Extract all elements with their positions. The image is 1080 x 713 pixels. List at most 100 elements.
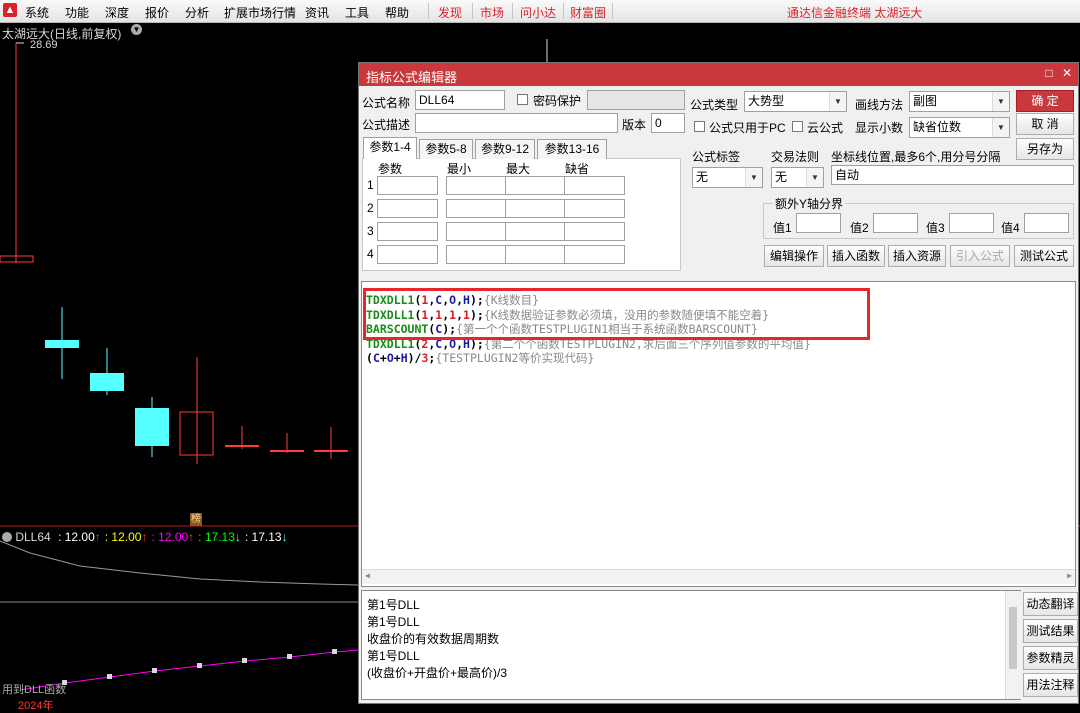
arrow-up-icon: ↑ <box>94 530 101 544</box>
tab-params-1-4[interactable]: 参数1-4 <box>363 137 417 159</box>
kline-chart[interactable]: 太湖远大(日线,前复权) ▼ 28.69 榜 DLL64 : 12.00↑: 1… <box>0 23 1080 712</box>
output-line: (收盘价+开盘价+最高价)/3 <box>367 666 508 680</box>
param-cell-input[interactable] <box>446 222 507 241</box>
formula-type-select[interactable]: 大势型 ▼ <box>744 91 847 112</box>
coord-line-input[interactable]: 自动 <box>831 165 1074 185</box>
code-token: ( <box>366 351 373 365</box>
indicator-settings-icon[interactable] <box>2 532 12 542</box>
menu-item-analysis[interactable]: 分析 <box>185 4 209 21</box>
param-cell-input[interactable] <box>505 199 566 218</box>
tab-params-13-16[interactable]: 参数13-16 <box>537 139 607 159</box>
indicator-marker <box>332 649 337 654</box>
param-cell-input[interactable] <box>377 222 438 241</box>
import-formula-button[interactable]: 引入公式 <box>950 245 1010 267</box>
maximize-icon[interactable]: □ <box>1042 66 1056 80</box>
ok-button[interactable]: 确 定 <box>1016 90 1074 112</box>
formula-tag-select[interactable]: 无 ▼ <box>692 167 763 188</box>
formula-name-input[interactable]: DLL64 <box>415 90 505 110</box>
decimal-label: 显示小数 <box>855 121 904 135</box>
param-cell-input[interactable] <box>377 176 438 195</box>
insert-function-button[interactable]: 插入函数 <box>827 245 885 267</box>
scroll-left-icon[interactable]: ◀ <box>365 571 370 580</box>
password-input[interactable] <box>587 90 685 110</box>
pc-only-checkbox[interactable] <box>694 121 705 132</box>
close-icon[interactable]: ✕ <box>1060 66 1074 80</box>
stock-title[interactable]: 太湖远大(日线,前复权) <box>2 25 121 42</box>
yaxis-value3-label: 值3 <box>926 221 945 235</box>
param-cell-input[interactable] <box>505 222 566 241</box>
param-cell-input[interactable] <box>446 176 507 195</box>
yaxis-value2-input[interactable] <box>873 213 918 233</box>
vertical-scrollbar[interactable] <box>1005 591 1021 699</box>
tab-params-9-12[interactable]: 参数9-12 <box>475 139 535 159</box>
yaxis-group-label: 额外Y轴分界 <box>773 195 846 212</box>
translation-output[interactable]: 第1号DLL 第1号DLL 收盘价的有效数据周期数 第1号DLL (收盘价+开盘价+最高… <box>361 590 1021 700</box>
indicator-marker <box>197 663 202 668</box>
formula-desc-input[interactable] <box>415 113 618 133</box>
chevron-down-icon: ▼ <box>992 92 1009 111</box>
ranking-badge[interactable]: 榜 <box>190 513 202 526</box>
dialog-titlebar[interactable]: 指标公式编辑器 □ ✕ <box>359 63 1078 86</box>
param-header-default: 缺省 <box>565 162 590 176</box>
param-cell-input[interactable] <box>446 245 507 264</box>
param-row-number: 2 <box>367 201 374 215</box>
version-input[interactable]: 0 <box>651 113 685 133</box>
param-cell-input[interactable] <box>564 176 625 195</box>
scroll-right-icon[interactable]: ▶ <box>1067 571 1072 580</box>
draw-method-select[interactable]: 副图 ▼ <box>909 91 1010 112</box>
usage-notes-button[interactable]: 用法注释 <box>1023 673 1078 697</box>
horizontal-scrollbar[interactable]: ◀ ▶ <box>362 569 1075 584</box>
param-cell-input[interactable] <box>446 199 507 218</box>
menu-item-market[interactable]: 市场 <box>480 4 504 21</box>
edit-operation-button[interactable]: 编辑操作 <box>764 245 824 267</box>
param-header-min: 最小 <box>447 162 472 176</box>
param-cell-input[interactable] <box>505 176 566 195</box>
menu-item-discover[interactable]: 发现 <box>438 4 462 21</box>
code-token: O <box>386 351 394 365</box>
dynamic-translate-button[interactable]: 动态翻译 <box>1023 592 1078 616</box>
decimal-select[interactable]: 缺省位数 ▼ <box>909 117 1010 138</box>
menu-item-system[interactable]: 系统 <box>25 4 49 21</box>
cloud-formula-checkbox[interactable] <box>792 121 803 132</box>
year-label: 2024年 <box>18 700 54 712</box>
param-cell-input[interactable] <box>564 199 625 218</box>
chevron-down-icon: ▼ <box>829 92 846 111</box>
param-row-number: 1 <box>367 178 374 192</box>
chevron-down-icon[interactable]: ▼ <box>131 24 142 35</box>
candle-body <box>135 408 169 446</box>
trade-rule-select[interactable]: 无 ▼ <box>771 167 824 188</box>
test-result-button[interactable]: 测试结果 <box>1023 619 1078 643</box>
param-cell-input[interactable] <box>564 222 625 241</box>
yaxis-value3-input[interactable] <box>949 213 994 233</box>
password-label: 密码保护 <box>533 94 582 108</box>
menu-item-news[interactable]: 资讯 <box>305 4 329 21</box>
yaxis-value2-label: 值2 <box>850 221 869 235</box>
password-checkbox[interactable] <box>517 94 528 105</box>
tab-params-5-8[interactable]: 参数5-8 <box>419 139 473 159</box>
cancel-button[interactable]: 取 消 <box>1016 113 1074 135</box>
menu-item-ask-xiaoda[interactable]: 问小达 <box>520 4 556 21</box>
indicator-marker <box>287 654 292 659</box>
save-as-button[interactable]: 另存为 <box>1016 138 1074 160</box>
param-cell-input[interactable] <box>377 199 438 218</box>
scrollbar-thumb[interactable] <box>1009 607 1017 669</box>
param-wizard-button[interactable]: 参数精灵 <box>1023 646 1078 670</box>
menu-item-extended-market[interactable]: 扩展市场行情 <box>224 4 296 21</box>
menu-item-depth[interactable]: 深度 <box>105 4 129 21</box>
param-cell-input[interactable] <box>505 245 566 264</box>
cloud-formula-label: 云公式 <box>807 121 844 135</box>
param-cell-input[interactable] <box>377 245 438 264</box>
app-logo-icon[interactable]: ▲ <box>3 3 17 17</box>
test-formula-button[interactable]: 测试公式 <box>1014 245 1074 267</box>
menu-item-fortune-circle[interactable]: 财富圈 <box>570 4 606 21</box>
yaxis-value1-input[interactable] <box>796 213 841 233</box>
output-line: 第1号DLL <box>367 615 420 629</box>
menu-item-help[interactable]: 帮助 <box>385 4 409 21</box>
param-cell-input[interactable] <box>564 245 625 264</box>
menu-item-quote[interactable]: 报价 <box>145 4 169 21</box>
insert-resource-button[interactable]: 插入资源 <box>888 245 946 267</box>
code-token: H <box>400 351 408 365</box>
menu-item-tools[interactable]: 工具 <box>345 4 369 21</box>
menu-item-function[interactable]: 功能 <box>65 4 89 21</box>
yaxis-value4-input[interactable] <box>1024 213 1069 233</box>
